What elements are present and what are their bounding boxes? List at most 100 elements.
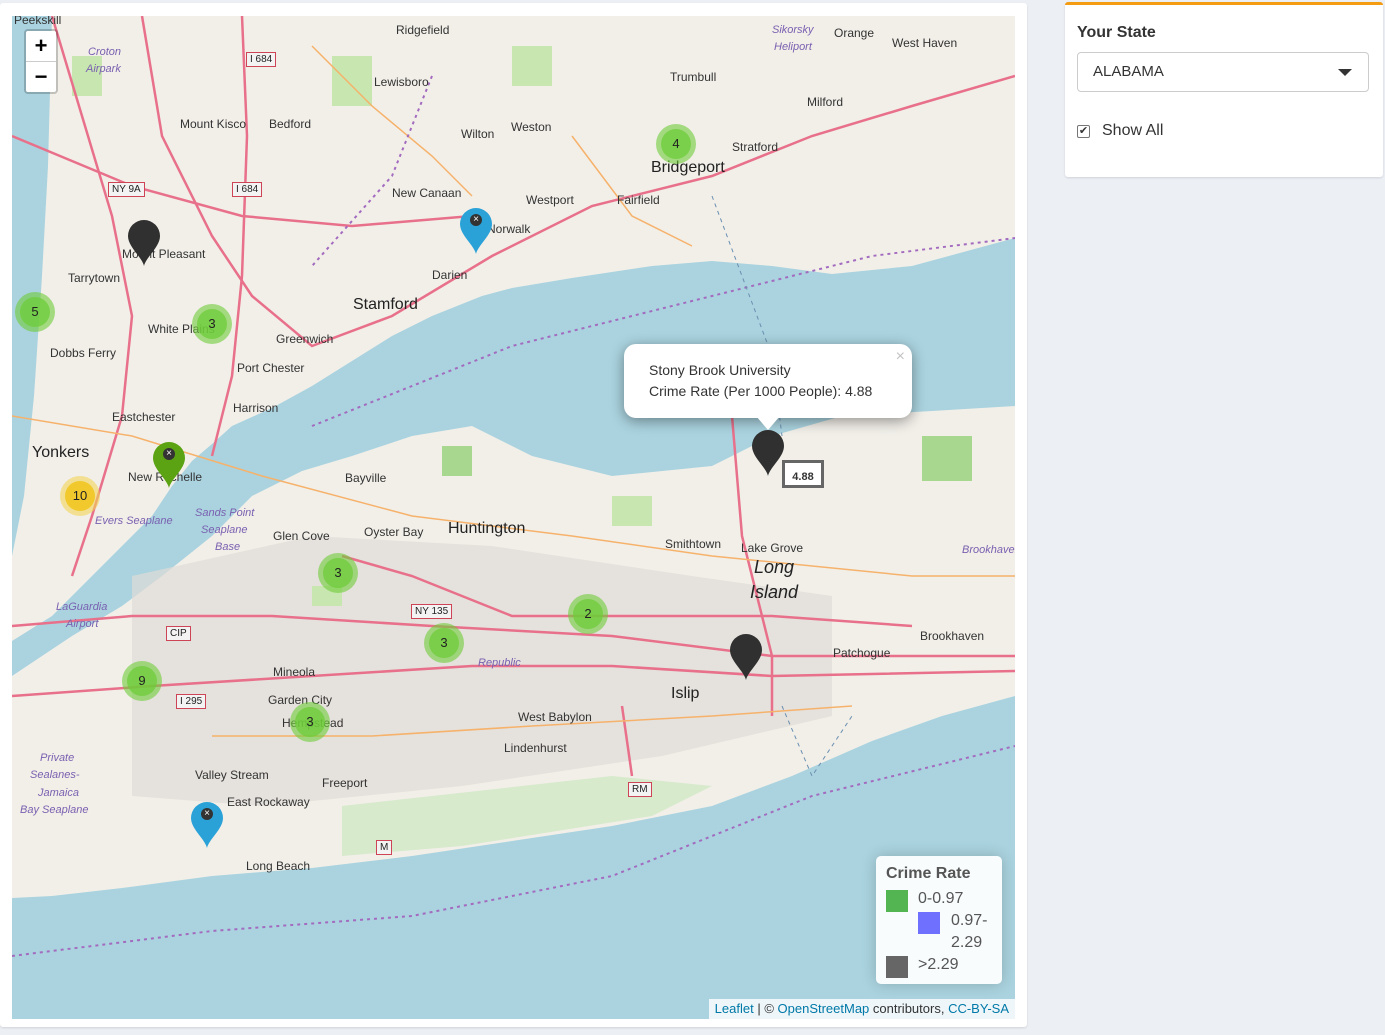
place-label: Long Beach [246,859,311,873]
marker-cluster[interactable]: 10 [60,476,100,516]
highway-shield: NY 135 [411,604,453,619]
place-label: Evers Seaplane [95,515,173,527]
place-label: Trumbull [670,70,717,84]
place-label: Island [750,582,799,602]
highway-shield: M [376,840,393,855]
marker-symbol: × [201,808,213,820]
marker-cluster[interactable]: 4 [656,124,696,164]
cluster-count: 2 [573,599,603,629]
place-label: Port Chester [237,361,305,375]
marker-value-label: 4.88 [782,460,824,488]
map-panel: Peekskill Ridgefield Croton Airpark Lewi… [0,3,1027,1027]
place-label: Brookhaven [962,544,1015,556]
marker-cluster[interactable]: 3 [192,304,232,344]
cluster-count: 9 [127,666,157,696]
legend-title: Crime Rate [886,865,971,882]
place-label: Peekskill [14,16,62,27]
cluster-count: 3 [323,558,353,588]
popup-tip [756,416,780,430]
place-label: Patchogue [833,646,891,660]
leaflet-link[interactable]: Leaflet [715,1001,754,1016]
place-label: Bayville [345,471,387,485]
map-legend: Crime Rate 0-0.97 0.97- 2.29 >2.29 [876,856,1002,984]
map-pin-icon[interactable]: × [151,441,187,489]
place-label: Dobbs Ferry [50,346,117,360]
marker-cluster[interactable]: 9 [122,661,162,701]
place-label: Bridgeport [651,159,725,176]
leaflet-map[interactable]: Peekskill Ridgefield Croton Airpark Lewi… [12,16,1015,1019]
zoom-in-button[interactable]: + [26,31,56,61]
map-pin-icon[interactable]: × [458,207,494,255]
marker-cluster[interactable]: 2 [568,594,608,634]
show-all-checkbox[interactable]: ✔ [1077,125,1090,138]
place-label: Weston [511,120,552,134]
place-label: West Babylon [518,710,592,724]
license-link[interactable]: CC-BY-SA [948,1001,1009,1016]
place-label: Harrison [233,401,279,415]
marker-cluster[interactable]: 3 [424,623,464,663]
place-label: Bedford [269,117,312,131]
cluster-count: 5 [20,297,50,327]
map-pin-icon[interactable] [728,633,764,681]
cluster-count: 3 [429,628,459,658]
state-select[interactable]: ALABAMA [1077,52,1369,92]
place-label: Lindenhurst [504,741,567,755]
place-label: Oyster Bay [364,525,424,539]
chevron-down-icon [1338,69,1352,76]
legend-label: 2.29 [951,934,983,951]
place-label: Smithtown [665,537,722,551]
place-label: East Rockaway [227,795,310,809]
cluster-count: 4 [661,129,691,159]
marker-symbol: × [470,214,482,226]
map-pin-icon[interactable] [750,429,786,477]
place-label: Stamford [353,296,418,313]
place-label: Airport [66,618,99,630]
place-label: Islip [671,685,700,702]
place-label: Lake Grove [741,541,804,555]
place-label: Airpark [86,63,121,75]
state-label: Your State [1077,24,1156,41]
close-icon[interactable]: × [896,348,905,366]
marker-symbol: × [163,448,175,460]
highway-shield: RM [628,782,652,797]
marker-cluster[interactable]: 5 [15,292,55,332]
attribution-sep: | © [753,1001,778,1016]
legend-swatch [886,956,908,978]
highway-shield: CIP [166,626,191,641]
map-pin-icon[interactable]: × [189,801,225,849]
place-label: Eastchester [112,410,176,424]
place-label: Milford [807,95,844,109]
zoom-out-button[interactable]: − [26,61,56,92]
place-label: Fairfield [617,193,660,207]
place-label: Brookhaven [920,629,985,643]
marker-cluster[interactable]: 3 [318,553,358,593]
place-label: Mount Kisco [180,117,247,131]
highway-shield: I 295 [176,694,207,709]
osm-link[interactable]: OpenStreetMap [778,1001,870,1016]
cluster-count: 10 [65,481,95,511]
place-label: LaGuardia [56,601,108,613]
show-all-label: Show All [1102,122,1164,139]
map-pin-icon[interactable] [126,219,162,267]
place-label: Private [40,752,75,764]
place-label: New Canaan [392,186,462,200]
place-label: Ridgefield [396,23,450,37]
cluster-count: 3 [197,309,227,339]
place-label: Yonkers [32,444,90,461]
place-label: Seaplane [201,524,248,536]
place-label: Darien [432,268,468,282]
place-label: Bay Seaplane [20,804,89,816]
place-label: Sands Point [195,507,255,519]
place-label: Stratford [732,140,779,154]
place-label: Valley Stream [195,768,269,782]
cluster-count: 3 [295,707,325,737]
place-label: Mineola [273,665,316,679]
marker-cluster[interactable]: 3 [290,702,330,742]
state-filter-panel: Your State ALABAMA ✔ Show All [1065,2,1383,177]
place-label: Tarrytown [68,271,121,285]
place-label: Base [215,541,241,553]
legend-label: >2.29 [918,956,959,973]
highway-shield: I 684 [232,182,263,197]
legend-label: 0-0.97 [918,890,964,907]
place-label: Republic [478,657,521,669]
